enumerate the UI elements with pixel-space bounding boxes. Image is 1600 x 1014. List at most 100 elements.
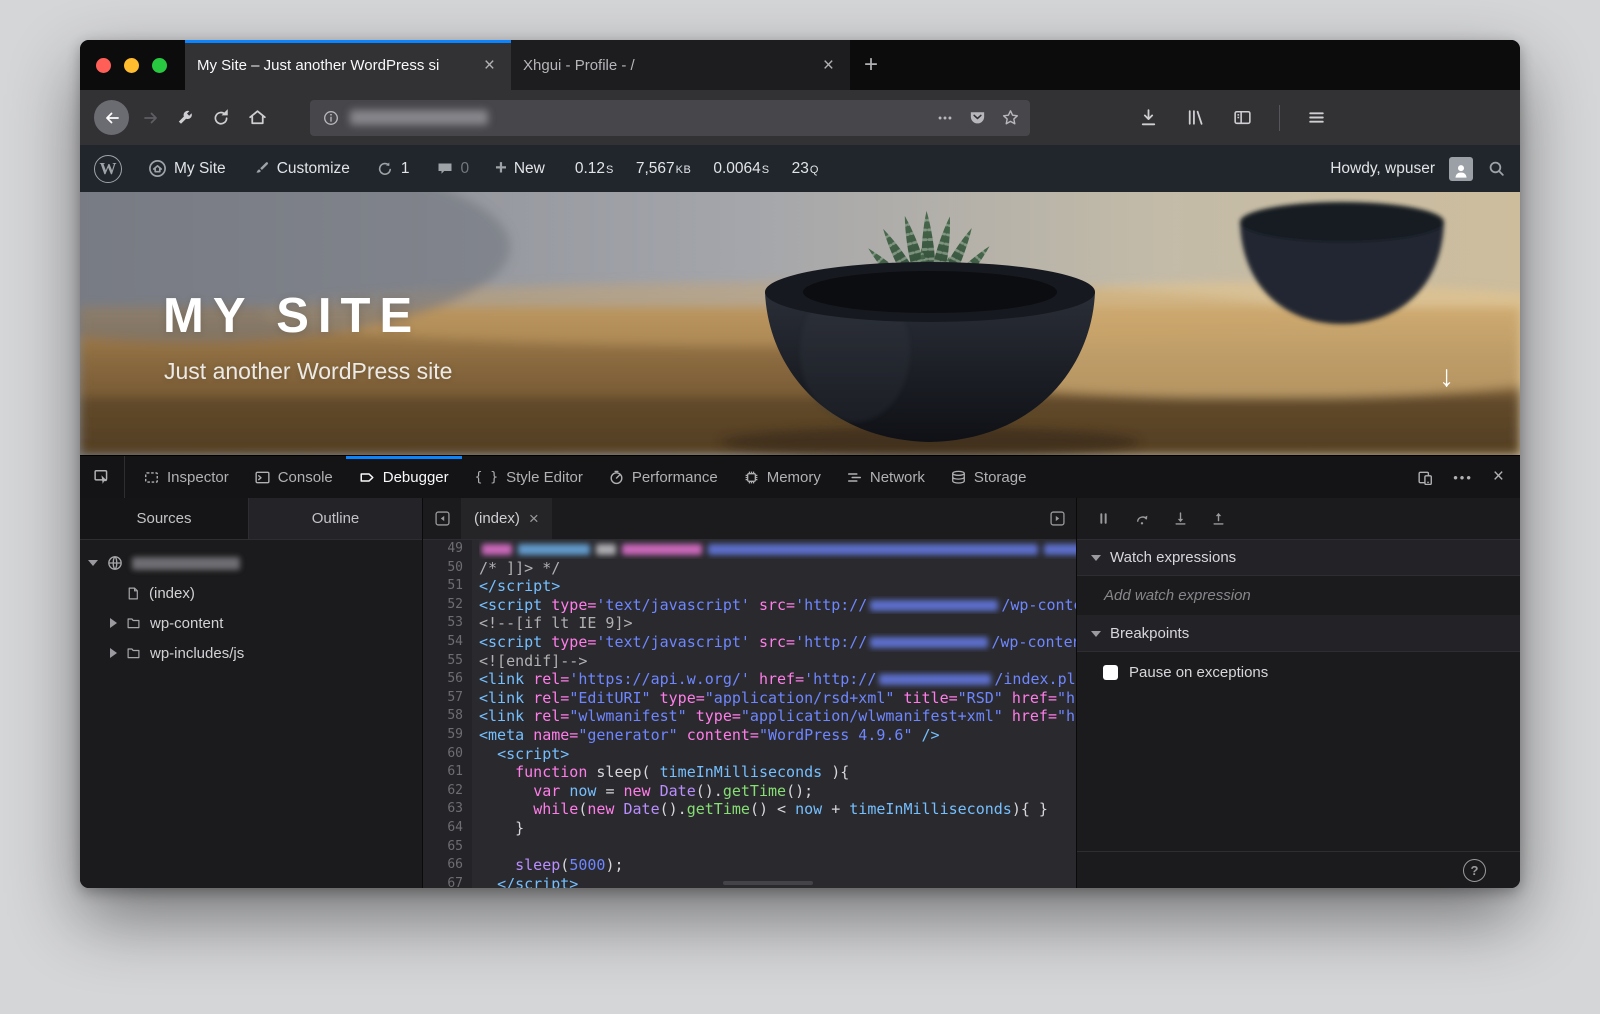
- collapse-left-pane-icon[interactable]: [423, 498, 461, 539]
- avatar[interactable]: [1449, 156, 1473, 181]
- page-tools-icon[interactable]: [175, 108, 195, 128]
- devtools-tab-style-editor[interactable]: { } Style Editor: [462, 456, 596, 498]
- code-line-65[interactable]: 65: [423, 837, 1076, 857]
- code-line-55[interactable]: 55 <![endif]-->: [423, 651, 1076, 671]
- code-line-49[interactable]: 49: [423, 540, 1076, 559]
- url-bar[interactable]: [310, 99, 1030, 136]
- line-number[interactable]: 65: [423, 837, 472, 857]
- line-number[interactable]: 61: [423, 763, 472, 782]
- site-info-icon[interactable]: [322, 109, 340, 127]
- line-number[interactable]: 63: [423, 800, 472, 819]
- devtools-tab-console[interactable]: Console: [242, 456, 346, 498]
- devtools-tab-performance[interactable]: Performance: [596, 456, 731, 498]
- forward-button[interactable]: [141, 108, 161, 128]
- scroll-down-arrow[interactable]: ↓: [1439, 360, 1454, 394]
- admin-search-icon[interactable]: [1487, 159, 1506, 178]
- devtools-tab-inspector[interactable]: Inspector: [131, 456, 242, 498]
- qm-stat[interactable]: 0.12 S: [575, 160, 614, 178]
- library-icon[interactable]: [1185, 107, 1206, 128]
- tab-sources[interactable]: Sources: [80, 498, 249, 539]
- step-over-icon[interactable]: [1135, 512, 1149, 525]
- admin-customize[interactable]: Customize: [252, 160, 350, 178]
- code-line-60[interactable]: 60 <script>: [423, 744, 1076, 764]
- code-line-63[interactable]: 63 while(new Date().getTime() < now + ti…: [423, 800, 1076, 819]
- code-line-51[interactable]: 51 </script>: [423, 577, 1076, 596]
- wp-logo-menu[interactable]: W: [94, 154, 122, 183]
- menu-hamburger-icon[interactable]: [1306, 107, 1327, 128]
- line-number[interactable]: 66: [423, 856, 472, 875]
- devtools-tab-network[interactable]: Network: [834, 456, 938, 498]
- admin-updates[interactable]: 1: [376, 160, 410, 178]
- qm-stat[interactable]: 0.0064 S: [713, 160, 769, 178]
- pocket-icon[interactable]: [968, 108, 987, 127]
- line-number[interactable]: 55: [423, 651, 472, 671]
- code-line-59[interactable]: 59 <meta name="generator" content="WordPr…: [423, 725, 1076, 745]
- back-button[interactable]: [94, 100, 129, 135]
- line-number[interactable]: 52: [423, 595, 472, 615]
- code-line-57[interactable]: 57 <link rel="EditURI" type="application/…: [423, 688, 1076, 708]
- code-line-56[interactable]: 56 <link rel='https://api.w.org/' href='h…: [423, 670, 1076, 689]
- help-icon[interactable]: ?: [1463, 858, 1486, 882]
- devtools-tab-memory[interactable]: Memory: [731, 456, 834, 498]
- breakpoints-header[interactable]: Breakpoints: [1077, 616, 1520, 652]
- devtools-menu-icon[interactable]: •••: [1453, 470, 1473, 485]
- tab-outline[interactable]: Outline: [249, 498, 422, 539]
- chevron-down-icon[interactable]: [88, 560, 98, 566]
- step-out-icon[interactable]: [1212, 512, 1225, 525]
- pause-icon[interactable]: [1097, 512, 1110, 525]
- tree-item-wp-content[interactable]: wp-content: [80, 608, 422, 638]
- line-number[interactable]: 58: [423, 707, 472, 726]
- code-line-53[interactable]: 53 <!--[if lt IE 9]>: [423, 614, 1076, 633]
- line-number[interactable]: 67: [423, 874, 472, 888]
- code-line-62[interactable]: 62 var now = new Date().getTime();: [423, 781, 1076, 801]
- tree-item-index[interactable]: (index): [80, 578, 422, 608]
- code-line-54[interactable]: 54 <script type='text/javascript' src='ht…: [423, 632, 1076, 652]
- reload-button[interactable]: [211, 108, 231, 128]
- site-title[interactable]: MY SITE: [163, 288, 421, 344]
- close-window-button[interactable]: [96, 57, 111, 73]
- line-number[interactable]: 49: [423, 540, 472, 559]
- tab-close-icon[interactable]: ×: [480, 54, 499, 77]
- horizontal-scrollbar[interactable]: [723, 881, 814, 885]
- admin-comments[interactable]: 0: [436, 160, 469, 178]
- expand-right-pane-icon[interactable]: [1038, 498, 1076, 539]
- new-tab-button[interactable]: +: [851, 40, 891, 90]
- editor-tab-index[interactable]: (index) ×: [461, 498, 552, 539]
- zoom-window-button[interactable]: [152, 57, 167, 73]
- minimize-window-button[interactable]: [124, 57, 139, 73]
- line-number[interactable]: 56: [423, 670, 472, 689]
- admin-my-site[interactable]: My Site: [148, 159, 226, 178]
- devtools-tab-storage[interactable]: Storage: [938, 456, 1040, 498]
- tree-item-wp-includes-js[interactable]: wp-includes/js: [80, 638, 422, 668]
- responsive-design-mode-icon[interactable]: [1418, 470, 1433, 485]
- qm-stat[interactable]: 7,567 KB: [636, 160, 691, 178]
- sidebar-toggle-icon[interactable]: [1232, 107, 1253, 128]
- code-line-61[interactable]: 61 function sleep( timeInMilliseconds ){: [423, 763, 1076, 782]
- line-number[interactable]: 51: [423, 577, 472, 596]
- chevron-right-icon[interactable]: [110, 618, 117, 628]
- bookmark-star-icon[interactable]: [1001, 108, 1020, 127]
- code-line-50[interactable]: 50 /* ]]> */: [423, 558, 1076, 578]
- chevron-right-icon[interactable]: [110, 648, 117, 658]
- watch-expressions-header[interactable]: Watch expressions: [1077, 540, 1520, 576]
- downloads-icon[interactable]: [1138, 107, 1159, 128]
- tab-close-icon[interactable]: ×: [819, 54, 838, 77]
- tree-item-root[interactable]: [80, 548, 422, 578]
- browser-tab-mysite[interactable]: My Site – Just another WordPress si ×: [185, 40, 511, 90]
- code-line-64[interactable]: 64 }: [423, 818, 1076, 838]
- add-watch-expression-input[interactable]: Add watch expression: [1077, 576, 1520, 616]
- qm-stat[interactable]: 23 Q: [792, 160, 819, 178]
- browser-tab-xhgui[interactable]: Xhgui - Profile - / ×: [511, 40, 851, 90]
- devtools-tab-debugger[interactable]: Debugger: [345, 456, 462, 498]
- line-number[interactable]: 50: [423, 558, 472, 578]
- line-number[interactable]: 57: [423, 688, 472, 708]
- pause-on-exceptions-checkbox[interactable]: [1103, 665, 1118, 680]
- howdy-label[interactable]: Howdy, wpuser: [1330, 160, 1435, 178]
- code-line-58[interactable]: 58 <link rel="wlwmanifest" type="applicat…: [423, 707, 1076, 726]
- devtools-close-icon[interactable]: ×: [1493, 466, 1504, 488]
- line-number[interactable]: 59: [423, 725, 472, 745]
- home-button[interactable]: [247, 107, 268, 128]
- page-actions-icon[interactable]: [936, 109, 954, 127]
- editor-tab-close-icon[interactable]: ×: [529, 509, 539, 529]
- line-number[interactable]: 64: [423, 818, 472, 838]
